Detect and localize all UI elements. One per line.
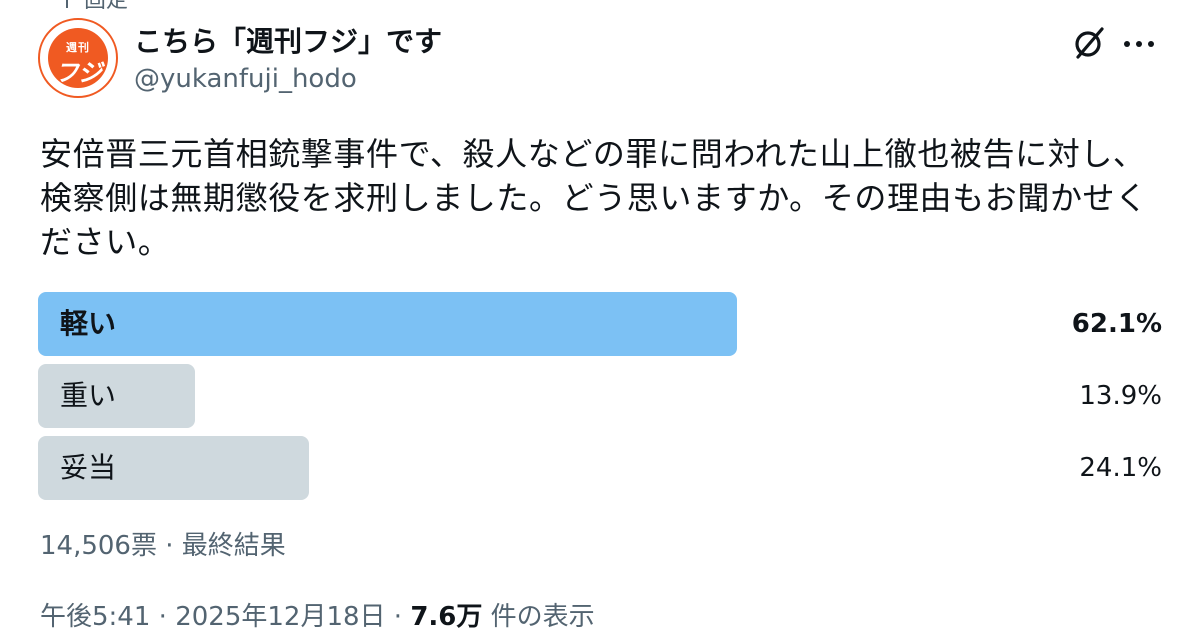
pinned-indicator: 固定 (60, 0, 128, 13)
poll-option: 妥当 24.1% (38, 436, 1164, 500)
poll-option-percent: 62.1% (1071, 309, 1162, 339)
views-count: 7.6万 (410, 602, 483, 630)
poll-bar (38, 292, 737, 356)
tweet-date[interactable]: 2025年12月18日 (175, 602, 385, 630)
tweet-time[interactable]: 午後5:41 (40, 602, 150, 630)
poll-option-percent: 24.1% (1079, 453, 1162, 483)
tweet-meta: 午後5:41 · 2025年12月18日 · 7.6万 件の表示 (40, 596, 595, 630)
poll-option-percent: 13.9% (1079, 381, 1162, 411)
meta-separator: · (385, 602, 411, 630)
poll-summary: 14,506票 · 最終結果 (40, 531, 286, 561)
poll-option: 軽い 62.1% (38, 292, 1164, 356)
meta-separator: · (150, 602, 176, 630)
avatar-main-text: フジ (55, 59, 102, 87)
pinned-label: 固定 (84, 0, 129, 13)
more-dots-icon[interactable] (1124, 40, 1164, 48)
views-label: 件の表示 (482, 602, 595, 630)
display-name[interactable]: こちら「週刊フジ」です (134, 20, 442, 60)
pin-icon (60, 0, 74, 8)
poll-option-label: 重い (60, 379, 117, 412)
poll-option-label: 軽い (60, 307, 117, 340)
poll-option: 重い 13.9% (38, 364, 1164, 428)
tweet-text: 安倍晋三元首相銃撃事件で、殺人などの罪に問われた山上徹也被告に対し、検察側は無期… (40, 135, 1148, 261)
avatar-logo: 週刊 フジ (48, 28, 108, 88)
grok-icon[interactable] (1072, 26, 1106, 60)
poll-option-label: 妥当 (60, 451, 117, 484)
tweet-card: 固定 週刊 フジ こちら「週刊フジ」です @yukanfuji_hodo 安倍晋… (0, 0, 1200, 630)
user-handle[interactable]: @yukanfuji_hodo (134, 64, 357, 94)
poll: 軽い 62.1% 重い 13.9% 妥当 24.1% (38, 292, 1164, 508)
avatar[interactable]: 週刊 フジ (38, 18, 118, 98)
